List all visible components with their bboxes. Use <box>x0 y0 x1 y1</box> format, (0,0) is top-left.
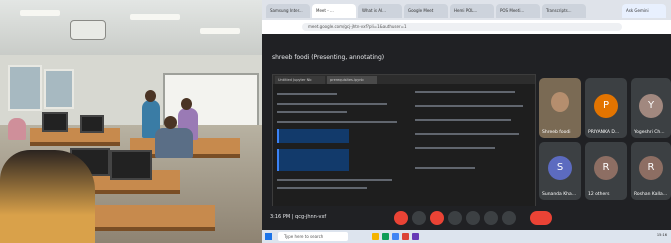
monitor <box>110 150 152 180</box>
laptop-screen: Samsung Inter... Meet - ... What is AI..… <box>262 0 671 243</box>
end-call-button[interactable] <box>530 211 552 225</box>
browser-tabstrip: Samsung Inter... Meet - ... What is AI..… <box>262 0 671 20</box>
person <box>155 128 193 158</box>
browser-tab-active[interactable]: Meet - ... <box>312 4 356 18</box>
windows-taskbar: Type here to search 15:16 <box>262 230 671 243</box>
text-line <box>415 119 511 121</box>
participant-avatar: R <box>639 156 663 180</box>
present-button[interactable] <box>430 211 444 225</box>
presenter-label: shreeb foodi (Presenting, annotating) <box>272 54 385 61</box>
app-icon[interactable] <box>412 233 419 240</box>
participant-tile[interactable]: P PRIYANKA D... <box>585 78 627 138</box>
monitor <box>42 112 68 132</box>
monitor <box>80 115 104 133</box>
file-explorer-icon[interactable] <box>372 233 379 240</box>
window <box>8 65 42 111</box>
classroom-photo <box>0 0 262 243</box>
meeting-code: qcg-jhnn-vxf <box>295 214 327 220</box>
windows-start-icon[interactable] <box>265 233 272 240</box>
window <box>44 69 74 109</box>
participant-name: Shreeb foodi <box>542 130 571 135</box>
person <box>8 118 26 140</box>
url-field[interactable]: meet.google.com/gcj-jhtn-vxf?pli=1&authu… <box>302 23 622 31</box>
participant-avatar: Y <box>639 94 663 118</box>
text-line <box>277 187 367 189</box>
projector <box>70 20 106 40</box>
photo-frame: Samsung Inter... Meet - ... What is AI..… <box>0 0 671 243</box>
person-head <box>145 90 156 102</box>
foreground-person <box>0 150 95 243</box>
meeting-time: 3:16 PM <box>270 214 291 220</box>
more-options-button[interactable] <box>502 211 516 225</box>
ceiling-light <box>200 28 240 34</box>
participant-tile[interactable]: R Roshan Kalla... <box>631 142 671 200</box>
meet-controls: 3:16 PM | qcg-jhnn-vxf <box>262 206 671 230</box>
meeting-time: 3:16 PM | qcg-jhnn-vxf <box>270 214 327 220</box>
shared-tab: Untitled Jupyter Nb <box>275 76 325 84</box>
shared-screen: Untitled Jupyter Nb prerequisites.ipynb <box>272 74 536 208</box>
participant-name: 12 others <box>588 192 610 197</box>
ceiling <box>0 0 262 55</box>
participant-tile[interactable]: S Sunanda Kha... <box>539 142 581 200</box>
emoji-button[interactable] <box>466 211 480 225</box>
participant-tile[interactable]: Shreeb foodi <box>539 78 581 138</box>
text-line <box>277 103 387 105</box>
text-line <box>415 105 523 107</box>
browser-tab[interactable]: Samsung Inter... <box>266 4 310 18</box>
participant-name: Roshan Kalla... <box>634 192 668 197</box>
notebook-content <box>277 87 409 203</box>
code-cell <box>277 129 349 143</box>
text-line <box>415 91 515 93</box>
address-bar: meet.google.com/gcj-jhtn-vxf?pli=1&authu… <box>262 20 671 35</box>
participant-name: PRIYANKA D... <box>588 130 620 135</box>
participant-avatar: S <box>548 156 572 180</box>
text-line <box>277 179 392 181</box>
code-cell <box>277 149 349 171</box>
text-line <box>277 121 397 123</box>
captions-button[interactable] <box>448 211 462 225</box>
raise-hand-button[interactable] <box>484 211 498 225</box>
participant-name: Sunanda Kha... <box>542 192 577 197</box>
ceiling-light <box>130 14 180 20</box>
browser-tab[interactable]: POS Meeti... <box>496 4 540 18</box>
notebook-outline <box>415 87 531 203</box>
participant-tile[interactable]: Y Yogeshri Ch... <box>631 78 671 138</box>
participant-video <box>551 92 569 112</box>
app-icon[interactable] <box>402 233 409 240</box>
browser-icon[interactable] <box>392 233 399 240</box>
ask-gemini-button[interactable]: Ask Gemini <box>622 4 666 18</box>
participant-tile[interactable]: R 12 others <box>585 142 627 200</box>
person-head <box>164 116 177 129</box>
browser-tab[interactable]: Hemi POL... <box>450 4 494 18</box>
meet-header: shreeb foodi (Presenting, annotating) <box>262 34 671 74</box>
ceiling-light <box>20 10 60 16</box>
browser-tab[interactable]: Google Meet <box>404 4 448 18</box>
text-line <box>277 111 347 113</box>
shared-tabs: Untitled Jupyter Nb prerequisites.ipynb <box>273 75 535 84</box>
participant-avatar: R <box>594 156 618 180</box>
taskbar-search[interactable]: Type here to search <box>278 232 348 241</box>
browser-tab[interactable]: Transcripts... <box>542 4 586 18</box>
text-line <box>415 133 519 135</box>
text-line <box>415 147 495 149</box>
browser-tab[interactable]: What is AI... <box>358 4 402 18</box>
mic-off-button[interactable] <box>394 211 408 225</box>
app-icon[interactable] <box>382 233 389 240</box>
person-head <box>181 98 192 110</box>
shared-tab: prerequisites.ipynb <box>327 76 377 84</box>
text-line <box>277 93 337 95</box>
participant-avatar: P <box>594 94 618 118</box>
text-line <box>415 167 475 169</box>
participant-name: Yogeshri Ch... <box>634 130 665 135</box>
camera-button[interactable] <box>412 211 426 225</box>
taskbar-clock: 15:16 <box>656 233 667 237</box>
desk <box>95 205 215 231</box>
